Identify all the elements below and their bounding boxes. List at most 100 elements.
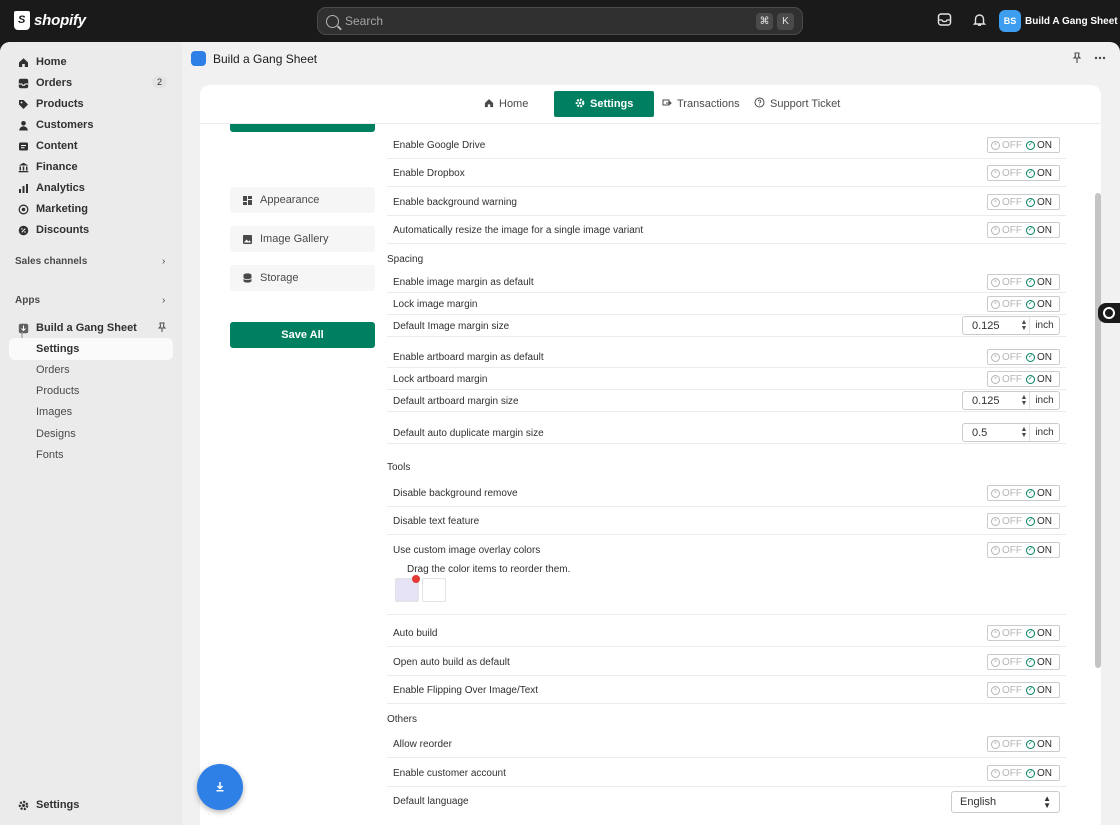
toggle-off-option[interactable]: × OFF bbox=[988, 197, 1026, 208]
tab-support-ticket[interactable]: Support Ticket bbox=[754, 91, 840, 117]
on-off-toggle[interactable]: × OFF ✓ ON bbox=[987, 485, 1060, 501]
toggle-on-option[interactable]: ✓ ON bbox=[1026, 768, 1052, 779]
toggle-on-option[interactable]: ✓ ON bbox=[1026, 545, 1052, 556]
toggle-off-option[interactable]: × OFF bbox=[988, 657, 1026, 668]
sidebar-subitem-images[interactable]: Images bbox=[36, 406, 72, 418]
toggle-on-option[interactable]: ✓ ON bbox=[1026, 225, 1052, 236]
toggle-off-option[interactable]: × OFF bbox=[988, 685, 1026, 696]
tab-home[interactable]: Home bbox=[484, 91, 528, 117]
on-off-toggle[interactable]: × OFF ✓ ON bbox=[987, 682, 1060, 698]
toggle-on-option[interactable]: ✓ ON bbox=[1026, 140, 1052, 151]
menu-image-gallery[interactable]: Image Gallery bbox=[230, 226, 375, 252]
remove-color-dot[interactable] bbox=[412, 575, 420, 583]
more-actions-icon[interactable] bbox=[1094, 52, 1106, 67]
toggle-on-option[interactable]: ✓ ON bbox=[1026, 516, 1052, 527]
shopify-logo[interactable]: shopify bbox=[14, 11, 86, 30]
input-value[interactable]: 0.125 bbox=[963, 395, 1019, 407]
stepper-arrows-icon[interactable]: ▲ ▼ bbox=[1019, 319, 1029, 332]
sidebar-item-content[interactable]: Content bbox=[9, 135, 173, 157]
sidebar-subitem-designs[interactable]: Designs bbox=[36, 428, 76, 440]
toggle-off-option[interactable]: × OFF bbox=[988, 374, 1026, 385]
sidebar-item-build-a-gang-sheet[interactable]: Build a Gang Sheet bbox=[9, 317, 173, 339]
overlay-color-swatch[interactable] bbox=[422, 578, 446, 602]
toggle-on-option[interactable]: ✓ ON bbox=[1026, 739, 1052, 750]
toggle-on-option[interactable]: ✓ ON bbox=[1026, 277, 1052, 288]
toggle-off-option[interactable]: × OFF bbox=[988, 516, 1026, 527]
bell-icon[interactable] bbox=[971, 11, 988, 28]
tab-transactions[interactable]: Transactions bbox=[662, 91, 740, 117]
chevron-right-icon[interactable]: › bbox=[162, 295, 165, 306]
on-off-toggle[interactable]: × OFF ✓ ON bbox=[987, 371, 1060, 387]
app-chat-button[interactable] bbox=[197, 764, 243, 810]
sidebar-item-analytics[interactable]: Analytics bbox=[9, 177, 173, 199]
chevron-right-icon[interactable]: › bbox=[162, 256, 165, 267]
search-bar[interactable]: Search ⌘ K bbox=[317, 7, 803, 35]
scrollbar[interactable] bbox=[1095, 193, 1101, 668]
on-off-toggle[interactable]: × OFF ✓ ON bbox=[987, 625, 1060, 641]
menu-appearance[interactable]: Appearance bbox=[230, 187, 375, 213]
input-value[interactable]: 0.5 bbox=[963, 427, 1019, 439]
on-off-toggle[interactable]: × OFF ✓ ON bbox=[987, 274, 1060, 290]
on-off-toggle[interactable]: × OFF ✓ ON bbox=[987, 736, 1060, 752]
toggle-on-option[interactable]: ✓ ON bbox=[1026, 488, 1052, 499]
toggle-off-option[interactable]: × OFF bbox=[988, 299, 1026, 310]
pin-icon[interactable] bbox=[157, 321, 167, 336]
toggle-on-option[interactable]: ✓ ON bbox=[1026, 299, 1052, 310]
inbox-icon[interactable] bbox=[936, 11, 953, 28]
side-panel-toggle[interactable] bbox=[1098, 303, 1120, 323]
toggle-off-option[interactable]: × OFF bbox=[988, 277, 1026, 288]
sidebar-subitem-settings[interactable]: Settings bbox=[36, 343, 79, 355]
apps-heading[interactable]: Apps bbox=[15, 295, 40, 306]
sidebar-subitem-orders[interactable]: Orders bbox=[36, 364, 70, 376]
toggle-on-option[interactable]: ✓ ON bbox=[1026, 168, 1052, 179]
toggle-off-option[interactable]: × OFF bbox=[988, 140, 1026, 151]
toggle-on-option[interactable]: ✓ ON bbox=[1026, 352, 1052, 363]
store-menu[interactable]: BS Build A Gang Sheet bbox=[999, 10, 1118, 32]
toggle-on-option[interactable]: ✓ ON bbox=[1026, 657, 1052, 668]
toggle-on-option[interactable]: ✓ ON bbox=[1026, 197, 1052, 208]
sidebar-item-settings[interactable]: Settings bbox=[9, 794, 173, 816]
sidebar-subitem-fonts[interactable]: Fonts bbox=[36, 449, 64, 461]
toggle-off-option[interactable]: × OFF bbox=[988, 768, 1026, 779]
toggle-on-option[interactable]: ✓ ON bbox=[1026, 628, 1052, 639]
sidebar-item-products[interactable]: Products bbox=[9, 93, 173, 115]
sidebar-subitem-products[interactable]: Products bbox=[36, 385, 79, 397]
on-off-toggle[interactable]: × OFF ✓ ON bbox=[987, 349, 1060, 365]
toggle-off-option[interactable]: × OFF bbox=[988, 352, 1026, 363]
on-off-toggle[interactable]: × OFF ✓ ON bbox=[987, 296, 1060, 312]
tab-settings[interactable]: Settings bbox=[554, 91, 655, 117]
on-off-toggle[interactable]: × OFF ✓ ON bbox=[987, 194, 1060, 210]
toggle-off-option[interactable]: × OFF bbox=[988, 488, 1026, 499]
sidebar-item-finance[interactable]: Finance bbox=[9, 156, 173, 178]
sidebar-item-home[interactable]: Home bbox=[9, 51, 173, 73]
input-value[interactable]: 0.125 bbox=[963, 320, 1019, 332]
save-all-button[interactable]: Save All bbox=[230, 322, 375, 348]
on-off-toggle[interactable]: × OFF ✓ ON bbox=[987, 137, 1060, 153]
margin-size-input[interactable]: 0.5 ▲ ▼ inch bbox=[962, 423, 1060, 442]
language-select[interactable]: English ▲ ▼ bbox=[951, 791, 1060, 813]
toggle-off-option[interactable]: × OFF bbox=[988, 545, 1026, 556]
toggle-off-option[interactable]: × OFF bbox=[988, 628, 1026, 639]
on-off-toggle[interactable]: × OFF ✓ ON bbox=[987, 765, 1060, 781]
margin-size-input[interactable]: 0.125 ▲ ▼ inch bbox=[962, 316, 1060, 335]
on-off-toggle[interactable]: × OFF ✓ ON bbox=[987, 513, 1060, 529]
margin-size-input[interactable]: 0.125 ▲ ▼ inch bbox=[962, 391, 1060, 410]
toggle-off-option[interactable]: × OFF bbox=[988, 739, 1026, 750]
sidebar-item-customers[interactable]: Customers bbox=[9, 114, 173, 136]
stepper-arrows-icon[interactable]: ▲ ▼ bbox=[1019, 426, 1029, 439]
toggle-off-option[interactable]: × OFF bbox=[988, 225, 1026, 236]
sidebar-item-orders[interactable]: Orders 2 bbox=[9, 72, 173, 94]
toggle-on-option[interactable]: ✓ ON bbox=[1026, 374, 1052, 385]
sidebar-item-discounts[interactable]: Discounts bbox=[9, 219, 173, 241]
sales-channels-heading[interactable]: Sales channels bbox=[15, 256, 87, 267]
toggle-on-option[interactable]: ✓ ON bbox=[1026, 685, 1052, 696]
on-off-toggle[interactable]: × OFF ✓ ON bbox=[987, 165, 1060, 181]
pin-icon[interactable] bbox=[1072, 52, 1082, 67]
sidebar-item-marketing[interactable]: Marketing bbox=[9, 198, 173, 220]
on-off-toggle[interactable]: × OFF ✓ ON bbox=[987, 542, 1060, 558]
toggle-off-option[interactable]: × OFF bbox=[988, 168, 1026, 179]
on-off-toggle[interactable]: × OFF ✓ ON bbox=[987, 222, 1060, 238]
menu-storage[interactable]: Storage bbox=[230, 265, 375, 291]
stepper-arrows-icon[interactable]: ▲ ▼ bbox=[1019, 394, 1029, 407]
active-menu-item[interactable] bbox=[230, 124, 375, 132]
